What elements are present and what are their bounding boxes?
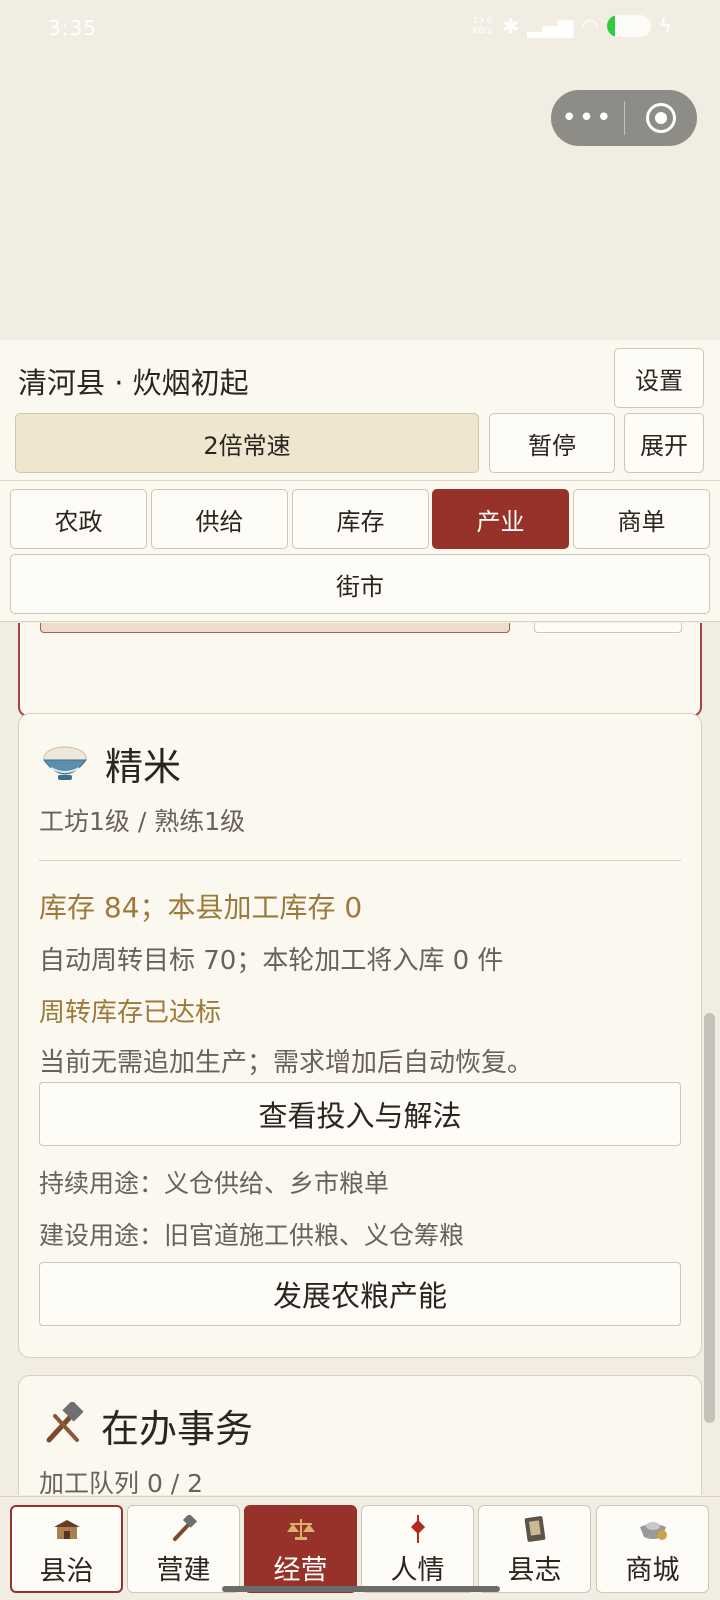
affairs-card-title: 在办事务 (101, 1407, 254, 1451)
nav-business[interactable]: 经营 (244, 1505, 357, 1593)
settings-button[interactable]: 设置 (614, 348, 704, 408)
bluetooth-icon: ✱ (502, 14, 520, 38)
nav-label: 商城 (625, 1555, 680, 1586)
nav-label: 县志 (507, 1555, 562, 1586)
rice-note: 当前无需追加生产；需求增加后自动恢复。 (39, 1048, 534, 1078)
nav-label: 县治 (39, 1556, 94, 1587)
rice-build-use: 建设用途：旧官道施工供粮、义仓筹粮 (39, 1221, 465, 1250)
close-miniprogram-button[interactable] (625, 103, 697, 133)
status-bar: 3:35 13.0 KB/s ✱ ▂▄▆ ◠ 32 ϟ (0, 0, 720, 60)
expand-button[interactable]: 展开 (624, 413, 704, 473)
content-scroll[interactable]: 申请下一段产业认证 查看缺口 精米 工坊1级 / 熟练1级 库存 84；本县加工… (0, 623, 720, 1495)
tab-supply[interactable]: 供给 (151, 489, 288, 549)
wifi-icon: ◠ (581, 14, 599, 38)
bottom-nav: 县治 营建 经营 人情 县志 商城 (0, 1496, 720, 1600)
speed-button[interactable]: 2倍常速 (15, 413, 479, 473)
signal-icon: ▂▄▆ (527, 14, 574, 38)
view-inputs-button[interactable]: 查看投入与解法 (39, 1082, 681, 1146)
charging-icon: ϟ (658, 14, 672, 38)
nav-shop[interactable]: 商城 (596, 1505, 709, 1593)
rice-card: 精米 工坊1级 / 熟练1级 库存 84；本县加工库存 0 自动周转目标 70；… (18, 713, 702, 1358)
rice-levels: 工坊1级 / 熟练1级 (39, 807, 246, 836)
divider (39, 860, 681, 861)
status-time: 3:35 (48, 16, 97, 40)
rice-card-title: 精米 (105, 745, 182, 789)
processing-queue: 加工队列 0 / 2 (39, 1469, 204, 1495)
rice-stock: 库存 84；本县加工库存 0 (39, 891, 363, 924)
apply-certification-button[interactable]: 申请下一段产业认证 (40, 623, 510, 633)
tab-market[interactable]: 街市 (10, 554, 710, 614)
county-title: 清河县 · 炊烟初起 (18, 366, 249, 400)
tab-industry[interactable]: 产业 (432, 489, 569, 549)
county-hall-icon (52, 1513, 82, 1547)
battery-level: 32 (621, 18, 636, 31)
status-icons: 13.0 KB/s ✱ ▂▄▆ ◠ 32 ϟ (472, 14, 672, 38)
nav-label: 经营 (273, 1555, 328, 1586)
scales-icon (286, 1512, 316, 1546)
tab-agriculture[interactable]: 农政 (10, 489, 147, 549)
nav-relations[interactable]: 人情 (361, 1505, 474, 1593)
battery-icon: 32 (606, 15, 651, 37)
nav-chronicle[interactable]: 县志 (478, 1505, 591, 1593)
knot-icon (407, 1512, 429, 1546)
net-speed: 13.0 KB/s (472, 16, 493, 36)
rice-status: 周转库存已达标 (39, 998, 222, 1028)
divider (0, 480, 720, 481)
nav-label: 营建 (156, 1555, 211, 1586)
tab-inventory[interactable]: 库存 (292, 489, 429, 549)
target-icon (646, 103, 676, 133)
pause-button[interactable]: 暂停 (489, 413, 615, 473)
tab-orders[interactable]: 商单 (573, 489, 710, 549)
book-icon (523, 1512, 547, 1546)
rice-target: 自动周转目标 70；本轮加工将入库 0 件 (39, 946, 504, 976)
certification-card: 申请下一段产业认证 查看缺口 (18, 623, 702, 717)
hammer-icon (170, 1512, 198, 1546)
miniprogram-capsule: ••• (551, 90, 697, 146)
rice-card-header: 精米 (41, 736, 181, 791)
ingot-icon (638, 1512, 668, 1546)
nav-county[interactable]: 县治 (10, 1505, 123, 1593)
top-panel: 清河县 · 炊烟初起 设置 2倍常速 暂停 展开 农政 供给 库存 产业 商单 … (0, 340, 720, 622)
home-indicator[interactable] (222, 1586, 500, 1592)
nav-label: 人情 (390, 1555, 445, 1586)
scrollbar[interactable] (704, 1013, 715, 1423)
rice-ongoing-use: 持续用途：义仓供给、乡市粮单 (39, 1169, 390, 1198)
view-gap-button[interactable]: 查看缺口 (534, 623, 682, 633)
nav-build[interactable]: 营建 (127, 1505, 240, 1593)
affairs-card-header: 在办事务 (41, 1398, 253, 1453)
more-icon[interactable]: ••• (551, 90, 624, 146)
rice-bowl-icon (41, 742, 89, 786)
hammer-icon (41, 1399, 85, 1450)
develop-capacity-button[interactable]: 发展农粮产能 (39, 1262, 681, 1326)
affairs-card: 在办事务 加工队列 0 / 2 (18, 1375, 702, 1495)
